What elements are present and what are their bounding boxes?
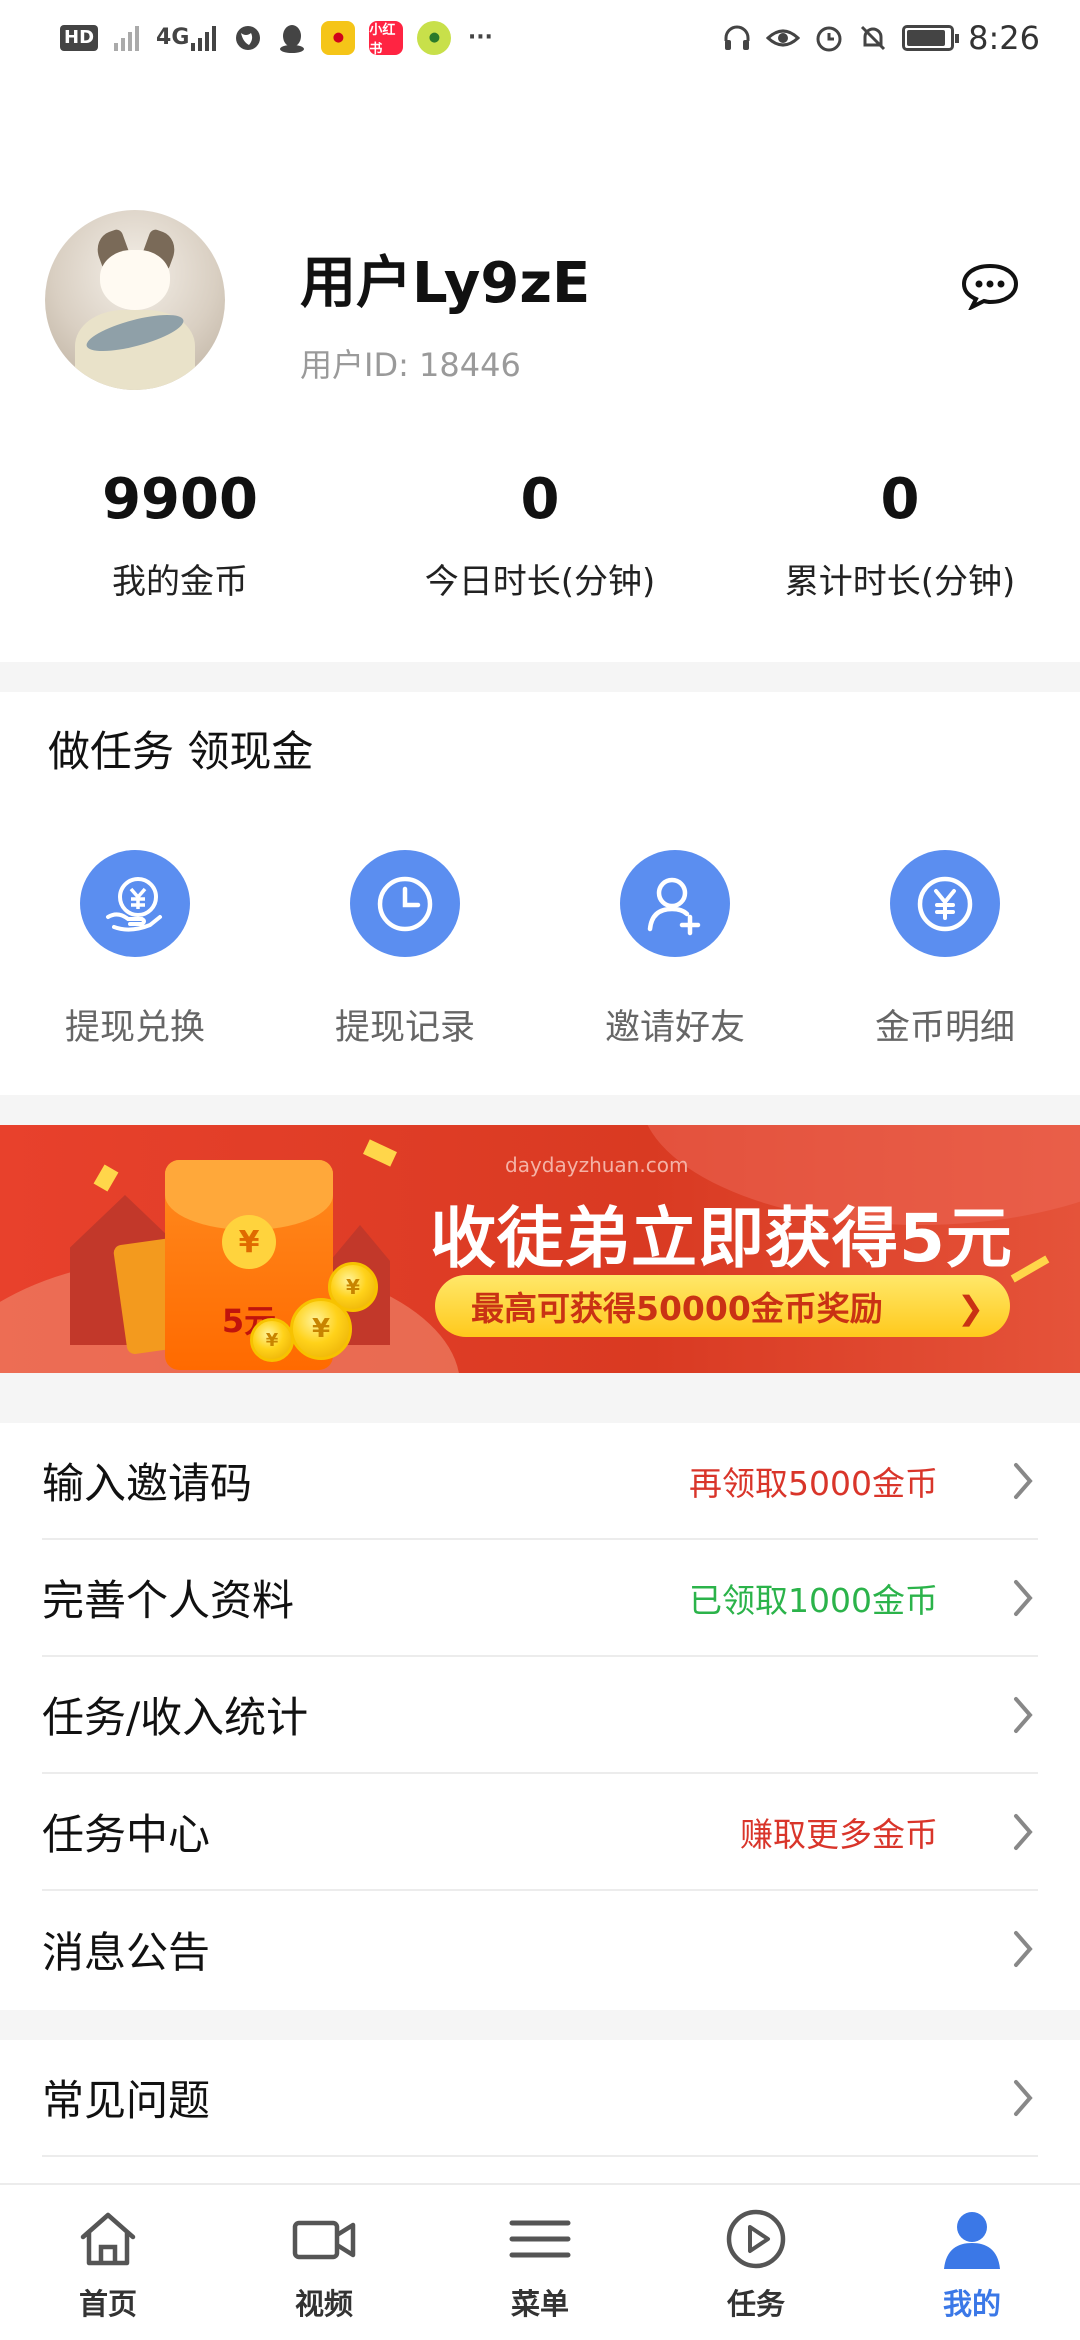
task-withdraw-exchange[interactable]: 提现兑换 [0, 850, 270, 1050]
stat-value: 0 [520, 467, 560, 532]
stat-today-duration[interactable]: 0 今日时长(分钟) [360, 460, 720, 620]
mute-icon [861, 25, 886, 50]
hd-icon: HD [60, 24, 99, 51]
menu-item-stats[interactable]: 任务/收入统计 [42, 1657, 1038, 1774]
banner-headline: 收徒弟立即获得5元 [430, 1200, 1013, 1277]
eye-icon [766, 29, 801, 46]
stat-value: 9900 [102, 467, 258, 532]
signal-icon [114, 25, 140, 51]
stat-value: 0 [880, 467, 920, 532]
yen-hand-icon [80, 850, 190, 957]
menu-item-label: 输入邀请码 [42, 1459, 253, 1508]
menu-item-invite-code[interactable]: 输入邀请码 再领取5000金币 [42, 1423, 1038, 1540]
menu-item-announcements[interactable]: 消息公告 [42, 1891, 1038, 2008]
tab-label: 首页 [78, 2287, 137, 2321]
invite-banner[interactable]: ¥ 5元 ¥ ¥ ¥ daydayzhuan.com 收徒弟立即获得5元 最高可… [0, 1125, 1080, 1373]
tab-label: 我的 [942, 2287, 1001, 2321]
signal-4g-icon: 4G [156, 21, 219, 55]
add-user-icon [620, 850, 730, 957]
chevron-right-icon [1014, 1580, 1033, 1616]
menu-list: 输入邀请码 再领取5000金币 完善个人资料 已领取1000金币 任务/收入统计… [0, 1423, 1080, 2008]
tab-video[interactable]: 视频 [216, 2185, 432, 2340]
tasks-title: 做任务 领现金 [48, 727, 314, 776]
play-circle-icon [723, 2207, 789, 2271]
menu-list: 常见问题 [0, 2040, 1080, 2157]
stat-label: 累计时长(分钟) [784, 562, 1016, 602]
username: 用户Ly9zE [300, 251, 591, 316]
tab-tasks[interactable]: 任务 [648, 2185, 864, 2340]
menu-item-label: 常见问题 [42, 2076, 211, 2125]
task-invite-friends[interactable]: 邀请好友 [540, 850, 810, 1050]
chevron-right-icon [1014, 1931, 1033, 1967]
menu-item-label: 完善个人资料 [42, 1576, 295, 1625]
status-bar: HD 4G ● 小红书 ● ··· 8:26 [0, 0, 1080, 75]
task-withdraw-record[interactable]: 提现记录 [270, 850, 540, 1050]
section-divider [0, 662, 1080, 692]
menu-item-label: 消息公告 [42, 1928, 211, 1977]
menu-icon [507, 2207, 573, 2271]
user-id: 用户ID: 18446 [300, 346, 521, 384]
banner-site: daydayzhuan.com [505, 1153, 689, 1177]
notification-icons: HD 4G ● 小红书 ● ··· [60, 20, 495, 57]
task-label: 提现记录 [334, 1008, 475, 1048]
section-divider [0, 1095, 1080, 1125]
status-time: 8:26 [968, 18, 1040, 57]
tab-home[interactable]: 首页 [0, 2185, 216, 2340]
menu-item-note: 赚取更多金币 [740, 1814, 938, 1854]
chevron-right-icon [1014, 1463, 1033, 1499]
task-shortcuts: 提现兑换 提现记录 邀请好友 金币明细 [0, 850, 1080, 1050]
task-label: 邀请好友 [604, 1008, 745, 1048]
tab-label: 视频 [294, 2287, 353, 2321]
tab-menu[interactable]: 菜单 [432, 2185, 648, 2340]
tab-mine[interactable]: 我的 [864, 2185, 1080, 2340]
xiaohongshu-icon: 小红书 [369, 20, 404, 57]
chevron-right-icon: ❯ [957, 1289, 984, 1327]
headset-icon [724, 25, 750, 50]
alarm-icon [816, 26, 842, 51]
home-icon [75, 2207, 141, 2271]
task-coin-detail[interactable]: 金币明细 [810, 850, 1080, 1050]
system-icons: 8:26 [722, 19, 1040, 57]
chat-bubble-icon[interactable] [960, 262, 1020, 310]
task-label: 金币明细 [874, 1008, 1015, 1048]
banner-cta[interactable]: 最高可获得50000金币奖励 ❯ [435, 1275, 1010, 1337]
yen-coin-icon [890, 850, 1000, 957]
qq-icon [280, 24, 305, 53]
avatar[interactable] [45, 210, 225, 390]
user-icon [939, 2207, 1005, 2271]
stat-coins[interactable]: 9900 我的金币 [0, 460, 360, 620]
weibo-icon: ● [321, 20, 356, 55]
video-camera-icon [291, 2207, 357, 2271]
stat-label: 今日时长(分钟) [424, 562, 656, 602]
stat-label: 我的金币 [112, 562, 248, 602]
battery-icon [902, 24, 960, 51]
more-dots-icon: ··· [467, 25, 493, 50]
stat-total-duration[interactable]: 0 累计时长(分钟) [720, 460, 1080, 620]
menu-item-label: 任务中心 [42, 1810, 211, 1859]
chevron-right-icon [1014, 2080, 1033, 2116]
stats-row: 9900 我的金币 0 今日时长(分钟) 0 累计时长(分钟) [0, 460, 1080, 620]
network-type: 4G [156, 25, 190, 50]
section-divider [0, 2010, 1080, 2040]
chevron-right-icon [1014, 1814, 1033, 1850]
tab-label: 菜单 [510, 2287, 569, 2321]
globe-icon [236, 25, 261, 50]
section-divider [0, 1373, 1080, 1423]
banner-cta-label: 最高可获得50000金币奖励 [471, 1289, 883, 1328]
menu-item-profile[interactable]: 完善个人资料 已领取1000金币 [42, 1540, 1038, 1657]
bottom-tab-bar: 首页 视频 菜单 任务 我的 [0, 2183, 1080, 2340]
coins-illustration: ¥ ¥ ¥ [250, 1260, 390, 1370]
menu-item-note: 已领取1000金币 [689, 1580, 938, 1620]
tab-label: 任务 [726, 2287, 785, 2321]
lime-app-icon: ● [417, 20, 452, 55]
menu-item-task-center[interactable]: 任务中心 赚取更多金币 [42, 1774, 1038, 1891]
task-label: 提现兑换 [64, 1008, 205, 1048]
clock-icon [350, 850, 460, 957]
menu-item-label: 任务/收入统计 [42, 1693, 309, 1742]
menu-item-note: 再领取5000金币 [689, 1463, 938, 1503]
menu-item-faq[interactable]: 常见问题 [42, 2040, 1038, 2157]
chevron-right-icon [1014, 1697, 1033, 1733]
